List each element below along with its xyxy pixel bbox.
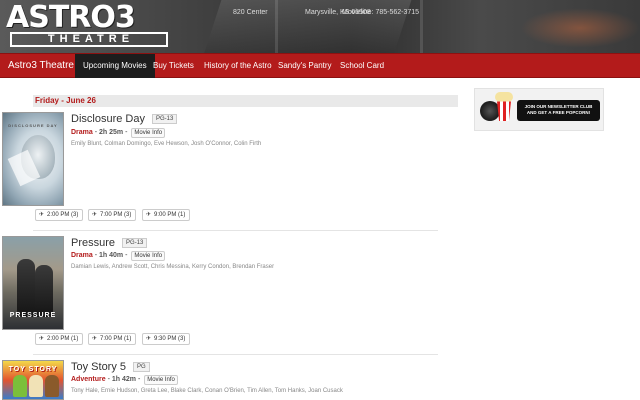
movie-cast: Tony Hale, Ernie Hudson, Greta Lee, Blak…	[71, 388, 343, 394]
movie-title-text[interactable]: Pressure	[71, 237, 115, 249]
movie-info-button[interactable]: Movie Info	[144, 375, 178, 385]
movie-cast: Emily Blunt, Colman Domingo, Eve Hewson,…	[71, 141, 262, 147]
rating-badge: PG-13	[122, 238, 148, 248]
movie-meta: Drama - 2h 25m - Movie Info	[71, 128, 166, 138]
nav-brand[interactable]: Astro3 Theatre	[8, 54, 74, 78]
movie-divider	[33, 354, 438, 355]
marquee-lights	[520, 8, 640, 48]
showtime-label: 7:00 PM (3)	[100, 212, 132, 218]
movie-info-button[interactable]: Movie Info	[131, 251, 166, 261]
movie-runtime: 1h 42m	[111, 376, 136, 383]
movie-title[interactable]: Toy Story 5 PG	[71, 361, 150, 373]
movie-genre: Adventure	[71, 376, 106, 383]
logo-subtitle: THEATRE	[10, 32, 168, 47]
banner-stripe	[275, 0, 278, 53]
movie-info-button[interactable]: Movie Info	[131, 128, 166, 138]
poster-art	[45, 375, 59, 397]
movie-genre: Drama	[71, 252, 93, 259]
showtime-button[interactable]: ✈ 2:00 PM (3)	[35, 209, 84, 221]
ticket-icon: ✈	[92, 336, 98, 342]
poster-art	[35, 265, 53, 317]
showtime-button[interactable]: ✈ 7:00 PM (3)	[88, 209, 137, 221]
movie-title-text[interactable]: Toy Story 5	[71, 361, 126, 373]
showtime-button[interactable]: ✈ 2:00 PM (1)	[35, 333, 84, 345]
showtime-button[interactable]: ✈ 7:00 PM (1)	[88, 333, 137, 345]
poster-art	[29, 375, 43, 397]
nav-upcoming-movies[interactable]: Upcoming Movies	[75, 54, 155, 78]
ticket-icon: ✈	[92, 212, 98, 218]
nav-school-card[interactable]: School Card	[340, 54, 384, 78]
ticket-icon: ✈	[39, 212, 45, 218]
movieline-phone[interactable]: Movieline: 785-562-3715	[342, 9, 419, 16]
poster-title: PRESSURE	[9, 312, 57, 319]
rating-badge: PG	[133, 362, 150, 372]
movie-runtime: 1h 40m	[99, 252, 124, 259]
showtime-label: 2:00 PM (3)	[47, 212, 79, 218]
theatre-address: 820 Center	[233, 9, 268, 16]
showtime-button[interactable]: ✈ 9:30 PM (3)	[142, 333, 191, 345]
nav-history[interactable]: History of the Astro	[204, 54, 272, 78]
nav-buy-tickets[interactable]: Buy Tickets	[153, 54, 194, 78]
nav-sandys-pantry[interactable]: Sandy's Pantry	[278, 54, 332, 78]
movie-title-text[interactable]: Disclosure Day	[71, 113, 145, 125]
banner-stripe	[420, 0, 423, 53]
ticket-icon: ✈	[39, 336, 45, 342]
movie-title[interactable]: Pressure PG-13	[71, 237, 148, 249]
movie-cast: Damian Lewis, Andrew Scott, Chris Messin…	[71, 264, 275, 270]
showtime-label: 7:00 PM (1)	[100, 336, 132, 342]
ticket-icon: ✈	[146, 212, 152, 218]
movie-genre: Drama	[71, 129, 93, 136]
movie-meta: Drama - 1h 40m - Movie Info	[71, 251, 166, 261]
showtime-label: 2:00 PM (1)	[47, 336, 79, 342]
rating-badge: PG-13	[151, 114, 178, 124]
meta-separator: -	[125, 129, 130, 136]
film-reel-icon	[480, 101, 500, 121]
poster-title: TOY STORY	[8, 366, 58, 373]
popcorn-icon	[495, 92, 513, 102]
movie-poster[interactable]: PRESSURE	[2, 236, 64, 330]
newsletter-text: JOIN OUR NEWSLETTER CLUB AND GET A FREE …	[517, 100, 600, 121]
marquee-background	[200, 0, 414, 53]
header-banner: ASTRO3 THEATRE 820 Center Marysville, KS…	[0, 0, 640, 53]
site-logo[interactable]: ASTRO3 THEATRE	[6, 3, 170, 47]
movie-poster[interactable]: TOY STORY	[2, 360, 64, 400]
showtime-button[interactable]: ✈ 9:00 PM (1)	[142, 209, 191, 221]
showtime-label: 9:00 PM (1)	[154, 212, 186, 218]
schedule-date: Friday - June 26	[33, 95, 458, 107]
newsletter-signup-banner[interactable]: JOIN OUR NEWSLETTER CLUB AND GET A FREE …	[474, 88, 604, 131]
logo-wordmark: ASTRO3	[6, 0, 136, 35]
movie-meta: Adventure - 1h 42m - Movie Info	[71, 375, 178, 385]
movie-divider	[33, 230, 438, 231]
meta-separator: -	[137, 376, 143, 383]
movie-poster[interactable]: DISCLOSURE DAY	[2, 112, 64, 206]
poster-art	[13, 375, 27, 397]
movie-runtime: 2h 25m	[99, 129, 124, 136]
showtime-label: 9:30 PM (3)	[154, 336, 186, 342]
ticket-icon: ✈	[146, 336, 152, 342]
movie-title[interactable]: Disclosure Day PG-13	[71, 113, 178, 125]
poster-art	[17, 259, 35, 317]
meta-separator: -	[125, 252, 130, 259]
main-nav: Astro3 Theatre Upcoming Movies Buy Ticke…	[0, 53, 640, 78]
poster-title: DISCLOSURE DAY	[8, 123, 58, 128]
